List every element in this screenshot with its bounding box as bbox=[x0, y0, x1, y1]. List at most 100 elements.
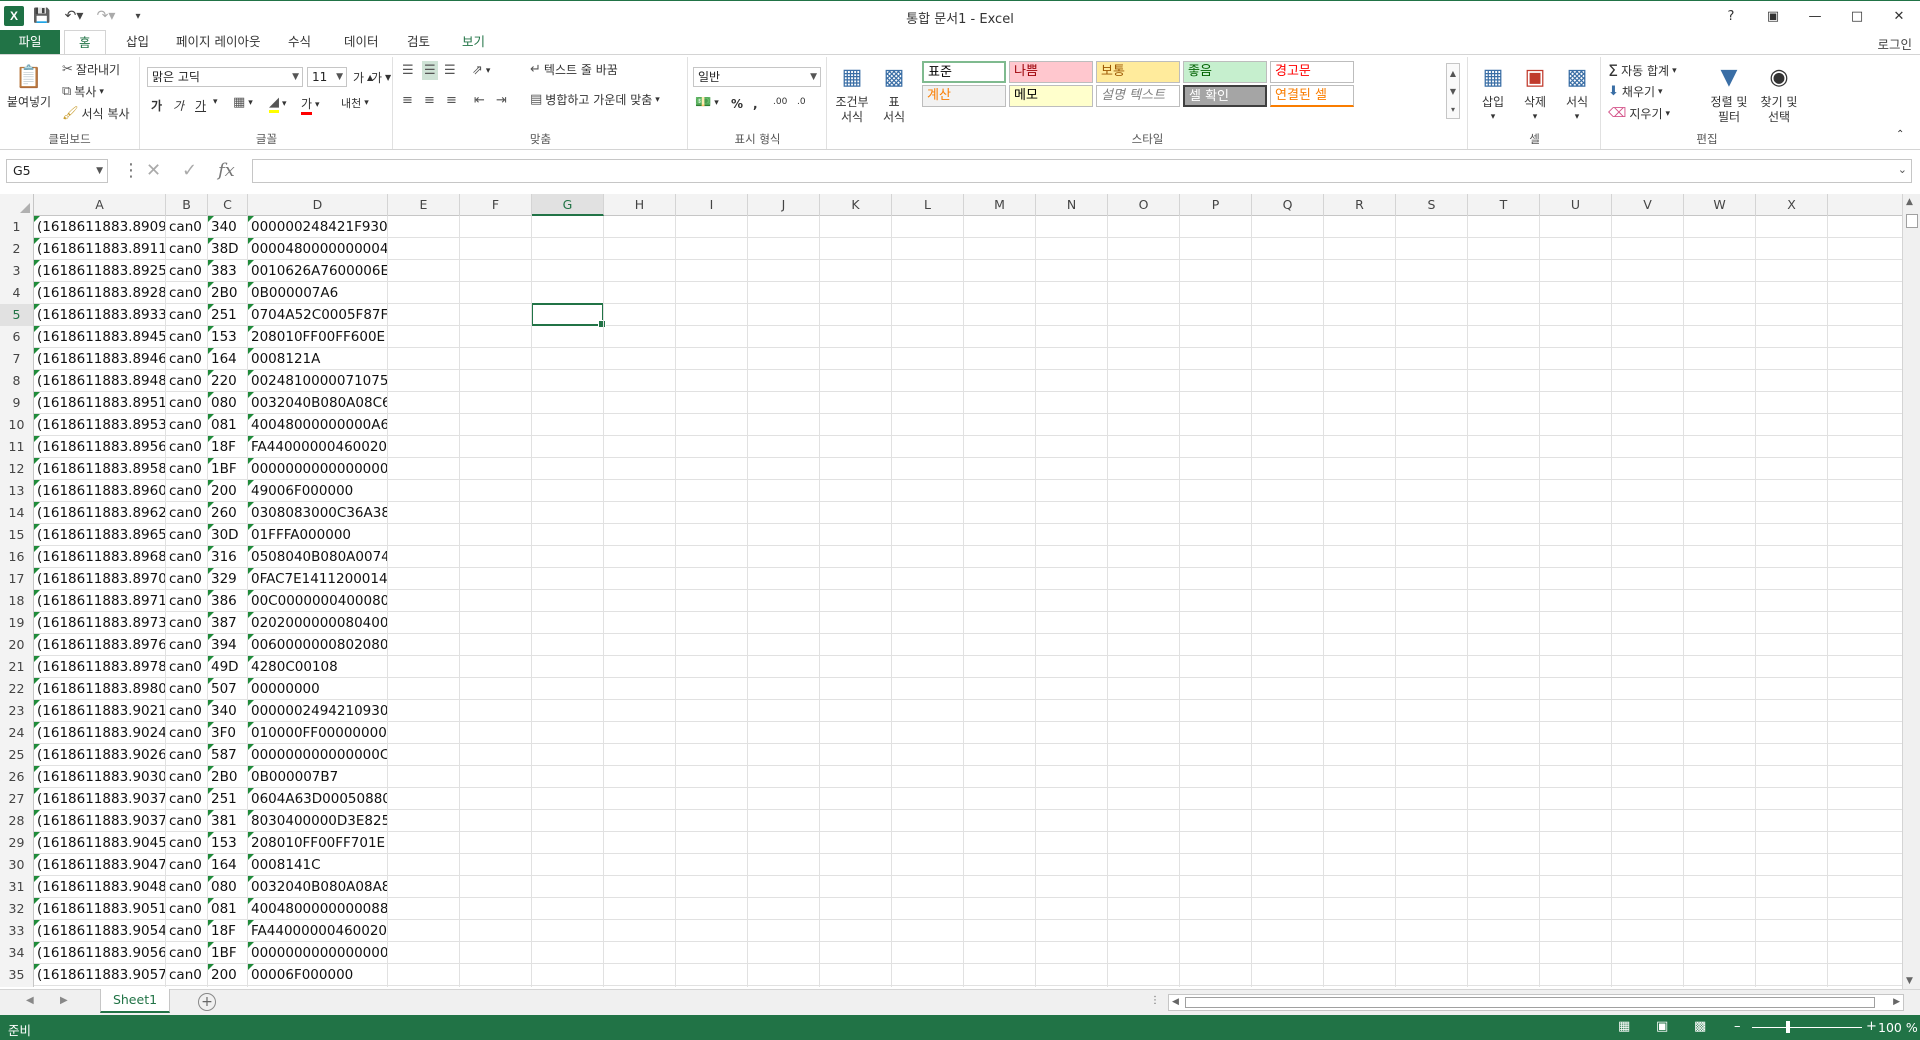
split-handle-icon[interactable]: ⋮ bbox=[1150, 995, 1160, 1006]
cell-d[interactable]: 8030400000D3E825 bbox=[248, 810, 388, 832]
row-header[interactable]: 26 bbox=[0, 766, 34, 788]
merge-center-button[interactable]: ▤ 병합하고 가운데 맞춤 ▾ bbox=[530, 91, 660, 108]
cell-c[interactable]: 383 bbox=[208, 260, 248, 282]
copy-button[interactable]: ⧉ 복사 ▾ bbox=[62, 83, 104, 100]
cell-d[interactable]: 0024810000071075 bbox=[248, 370, 388, 392]
format-cells-button[interactable]: ▩ 서식 ▾ bbox=[1559, 61, 1595, 125]
cell-c[interactable]: 153 bbox=[208, 832, 248, 854]
cell-c[interactable]: 2B0 bbox=[208, 766, 248, 788]
cell-a[interactable]: (1618611883.903055) bbox=[34, 766, 166, 788]
cut-button[interactable]: ✂ 잘라내기 bbox=[62, 61, 120, 78]
cell-d[interactable]: 0308083000C36A38 bbox=[248, 502, 388, 524]
collapse-ribbon-icon[interactable]: ⌃ bbox=[1896, 129, 1904, 140]
name-box[interactable]: G5 ▼ bbox=[6, 159, 108, 183]
cell-d[interactable]: 00006F000000 bbox=[248, 964, 388, 986]
column-header[interactable]: N bbox=[1036, 194, 1108, 216]
cell-b[interactable]: can0 bbox=[166, 810, 208, 832]
orientation-button[interactable]: ⇗ ▾ bbox=[472, 63, 490, 78]
row-header[interactable]: 27 bbox=[0, 788, 34, 810]
ribbon-display-icon[interactable]: ▣ bbox=[1752, 1, 1794, 31]
cell-b[interactable]: can0 bbox=[166, 612, 208, 634]
row-header[interactable]: 6 bbox=[0, 326, 34, 348]
cell-d[interactable]: 0B000007A6 bbox=[248, 282, 388, 304]
align-middle-button[interactable]: ☰ bbox=[422, 61, 438, 80]
cell-a[interactable]: (1618611883.903731) bbox=[34, 810, 166, 832]
cell-b[interactable]: can0 bbox=[166, 744, 208, 766]
cell-a[interactable]: (1618611883.903719) bbox=[34, 788, 166, 810]
login-link[interactable]: 로그인 bbox=[1877, 34, 1912, 53]
expand-formula-icon[interactable]: ⌄ bbox=[1898, 163, 1907, 176]
cell-b[interactable]: can0 bbox=[166, 700, 208, 722]
column-header[interactable]: G bbox=[532, 194, 604, 216]
phonetic-button[interactable]: 내천 ▾ bbox=[341, 95, 369, 111]
horizontal-scrollbar[interactable]: ◀ ▶ bbox=[1168, 994, 1904, 1011]
cell-style-item[interactable]: 메모 bbox=[1009, 85, 1093, 107]
cell-d[interactable]: 49006F000000 bbox=[248, 480, 388, 502]
formula-input[interactable]: ⌄ bbox=[252, 159, 1912, 183]
cell-style-item[interactable]: 표준 bbox=[922, 61, 1006, 83]
column-header[interactable]: A bbox=[34, 194, 166, 216]
row-header[interactable]: 29 bbox=[0, 832, 34, 854]
cell-c[interactable]: 394 bbox=[208, 634, 248, 656]
row-header[interactable]: 20 bbox=[0, 634, 34, 656]
cell-c[interactable]: 386 bbox=[208, 590, 248, 612]
cell-b[interactable]: can0 bbox=[166, 436, 208, 458]
cell-d[interactable]: 0704A52C0005F87F bbox=[248, 304, 388, 326]
cell-a[interactable]: (1618611883.894896) bbox=[34, 370, 166, 392]
add-sheet-icon[interactable]: + bbox=[198, 993, 216, 1011]
cell-c[interactable]: 3F0 bbox=[208, 722, 248, 744]
cell-a[interactable]: (1618611883.893399) bbox=[34, 304, 166, 326]
cell-c[interactable]: 340 bbox=[208, 700, 248, 722]
cell-b[interactable]: can0 bbox=[166, 260, 208, 282]
cell-c[interactable]: 381 bbox=[208, 810, 248, 832]
cell-b[interactable]: can0 bbox=[166, 370, 208, 392]
cell-d[interactable]: 0000002494210930 bbox=[248, 700, 388, 722]
paste-button[interactable]: 📋 붙여넣기 bbox=[4, 61, 54, 110]
cell-style-item[interactable]: 좋음 bbox=[1183, 61, 1267, 83]
row-header[interactable]: 11 bbox=[0, 436, 34, 458]
cell-d[interactable]: 0000480000000004 bbox=[248, 238, 388, 260]
cell-b[interactable]: can0 bbox=[166, 546, 208, 568]
wrap-text-button[interactable]: ↵ 텍스트 줄 바꿈 bbox=[530, 61, 618, 78]
cell-c[interactable]: 387 bbox=[208, 612, 248, 634]
cell-b[interactable]: can0 bbox=[166, 656, 208, 678]
font-size-select[interactable]: 11 ▼ bbox=[307, 67, 347, 87]
row-header[interactable]: 16 bbox=[0, 546, 34, 568]
row-header[interactable]: 28 bbox=[0, 810, 34, 832]
number-format-select[interactable]: 일반 ▼ bbox=[693, 67, 821, 87]
cell-d[interactable]: 00C0000000400080 bbox=[248, 590, 388, 612]
cell-a[interactable]: (1618611883.895645) bbox=[34, 436, 166, 458]
tab-data[interactable]: 데이터 bbox=[330, 30, 393, 54]
row-header[interactable]: 5 bbox=[0, 304, 34, 326]
row-header[interactable]: 19 bbox=[0, 612, 34, 634]
cell-b[interactable]: can0 bbox=[166, 216, 208, 238]
cell-style-item[interactable]: 나쁨 bbox=[1009, 61, 1093, 83]
tab-review[interactable]: 검토 bbox=[393, 30, 444, 54]
row-header[interactable]: 4 bbox=[0, 282, 34, 304]
cell-a[interactable]: (1618611883.895146) bbox=[34, 392, 166, 414]
minimize-icon[interactable]: — bbox=[1794, 1, 1836, 31]
cell-c[interactable]: 251 bbox=[208, 788, 248, 810]
row-header[interactable]: 14 bbox=[0, 502, 34, 524]
more-icon[interactable]: ▾ bbox=[1451, 105, 1455, 114]
row-header[interactable]: 35 bbox=[0, 964, 34, 986]
cell-a[interactable]: (1618611883.905149) bbox=[34, 898, 166, 920]
chevron-up-icon[interactable]: ▲ bbox=[1450, 69, 1456, 78]
cell-a[interactable]: (1618611883.897646) bbox=[34, 634, 166, 656]
row-header[interactable]: 18 bbox=[0, 590, 34, 612]
row-header[interactable]: 13 bbox=[0, 480, 34, 502]
cell-b[interactable]: can0 bbox=[166, 238, 208, 260]
cell-c[interactable]: 260 bbox=[208, 502, 248, 524]
align-bottom-button[interactable]: ☰ bbox=[444, 63, 456, 78]
scroll-thumb[interactable] bbox=[1185, 997, 1875, 1008]
column-header[interactable]: U bbox=[1540, 194, 1612, 216]
sheet-tab[interactable]: Sheet1 bbox=[100, 989, 170, 1013]
cell-b[interactable]: can0 bbox=[166, 942, 208, 964]
page-break-view-icon[interactable]: ▩ bbox=[1694, 1019, 1706, 1034]
row-header[interactable]: 33 bbox=[0, 920, 34, 942]
column-header[interactable]: D bbox=[248, 194, 388, 216]
column-header[interactable]: K bbox=[820, 194, 892, 216]
cell-d[interactable]: 0B000007B7 bbox=[248, 766, 388, 788]
cell-c[interactable]: 587 bbox=[208, 744, 248, 766]
format-as-table-button[interactable]: ▩ 표 서식 bbox=[874, 61, 914, 125]
